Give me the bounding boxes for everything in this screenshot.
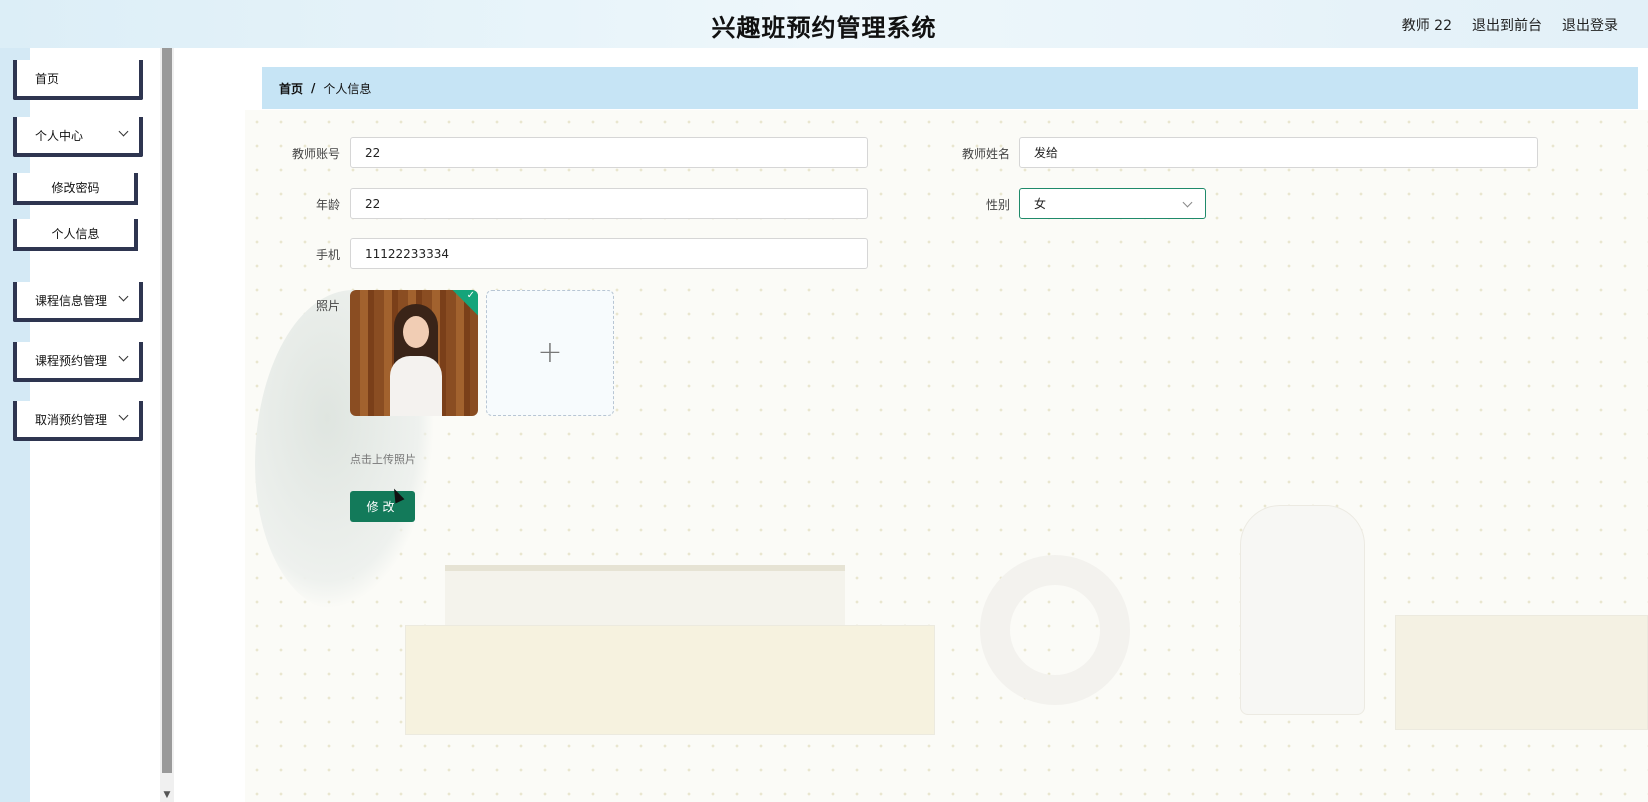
sidebar-item-cancel-booking[interactable]: 取消预约管理 bbox=[13, 401, 143, 441]
sidebar-item-personal-info[interactable]: 个人信息 bbox=[13, 219, 138, 251]
name-label: 教师姓名 bbox=[961, 147, 1010, 161]
account-value: 22 bbox=[365, 145, 381, 160]
scroll-down-icon[interactable]: ▼ bbox=[160, 790, 174, 800]
current-user: 教师 22 bbox=[1401, 18, 1452, 34]
sidebar-item-home[interactable]: 首页 bbox=[13, 60, 143, 100]
age-value: 22 bbox=[365, 196, 381, 211]
gender-value: 女 bbox=[1034, 197, 1047, 211]
phone-label: 手机 bbox=[315, 248, 340, 262]
cylinder-decoration bbox=[1240, 505, 1365, 715]
upload-hint: 点击上传照片 bbox=[350, 453, 416, 466]
check-icon: ✓ bbox=[466, 290, 475, 301]
breadcrumb: 首页 / 个人信息 bbox=[262, 67, 1638, 109]
age-label: 年龄 bbox=[315, 198, 340, 212]
gender-select[interactable]: 女 bbox=[1019, 188, 1206, 219]
sidebar-item-course-booking[interactable]: 课程预约管理 bbox=[13, 342, 143, 382]
sidebar-item-label: 取消预约管理 bbox=[35, 412, 108, 427]
sidebar-item-label: 个人中心 bbox=[35, 128, 84, 143]
sidebar-item-change-password[interactable]: 修改密码 bbox=[13, 173, 138, 205]
chevron-down-icon bbox=[118, 351, 129, 362]
photo-body-shape bbox=[390, 356, 442, 416]
sidebar-item-course-info[interactable]: 课程信息管理 bbox=[13, 282, 143, 322]
account-label: 教师账号 bbox=[291, 147, 340, 161]
logout-link[interactable]: 退出登录 bbox=[1562, 15, 1618, 35]
photo-label: 照片 bbox=[315, 299, 340, 313]
photo-upload-button[interactable]: + bbox=[486, 290, 614, 416]
chevron-down-icon bbox=[118, 291, 129, 302]
sidebar-item-label: 课程预约管理 bbox=[35, 353, 108, 368]
front-page-link[interactable]: 退出到前台 bbox=[1472, 15, 1542, 35]
phone-field[interactable]: 11122233334 bbox=[350, 238, 868, 269]
photo-face-shape bbox=[403, 316, 429, 348]
sidebar-scrollbar[interactable]: ▼ bbox=[160, 48, 174, 802]
phone-value: 11122233334 bbox=[365, 246, 449, 261]
sidebar-item-personal-center[interactable]: 个人中心 bbox=[13, 117, 143, 157]
sidebar-item-label: 修改密码 bbox=[51, 180, 100, 195]
gender-label: 性别 bbox=[985, 198, 1010, 212]
chevron-down-icon bbox=[118, 126, 129, 137]
uploaded-photo[interactable]: ✓ bbox=[350, 290, 478, 416]
breadcrumb-current: 个人信息 bbox=[323, 81, 372, 96]
header: 兴趣班预约管理系统 教师 22 退出到前台 退出登录 bbox=[0, 0, 1648, 48]
sidebar-item-label: 首页 bbox=[35, 71, 60, 86]
box-decoration bbox=[405, 625, 935, 735]
ring-decoration bbox=[980, 555, 1130, 705]
box-decoration bbox=[445, 565, 845, 625]
sidebar-item-label: 个人信息 bbox=[51, 226, 100, 241]
breadcrumb-home[interactable]: 首页 bbox=[279, 80, 303, 97]
chevron-down-icon bbox=[118, 410, 129, 421]
sidebar-item-label: 课程信息管理 bbox=[35, 293, 108, 308]
age-field[interactable]: 22 bbox=[350, 188, 868, 219]
submit-button[interactable]: 修改 bbox=[350, 491, 415, 522]
chevron-down-icon bbox=[1182, 197, 1193, 208]
scrollbar-thumb[interactable] bbox=[162, 48, 172, 773]
name-value: 发给 bbox=[1034, 146, 1059, 160]
breadcrumb-separator: / bbox=[311, 81, 316, 95]
plus-icon: + bbox=[537, 335, 563, 370]
name-field[interactable]: 发给 bbox=[1019, 137, 1538, 168]
box-decoration bbox=[1395, 615, 1648, 730]
header-nav: 教师 22 退出到前台 退出登录 bbox=[1402, 15, 1618, 35]
account-field[interactable]: 22 bbox=[350, 137, 868, 168]
